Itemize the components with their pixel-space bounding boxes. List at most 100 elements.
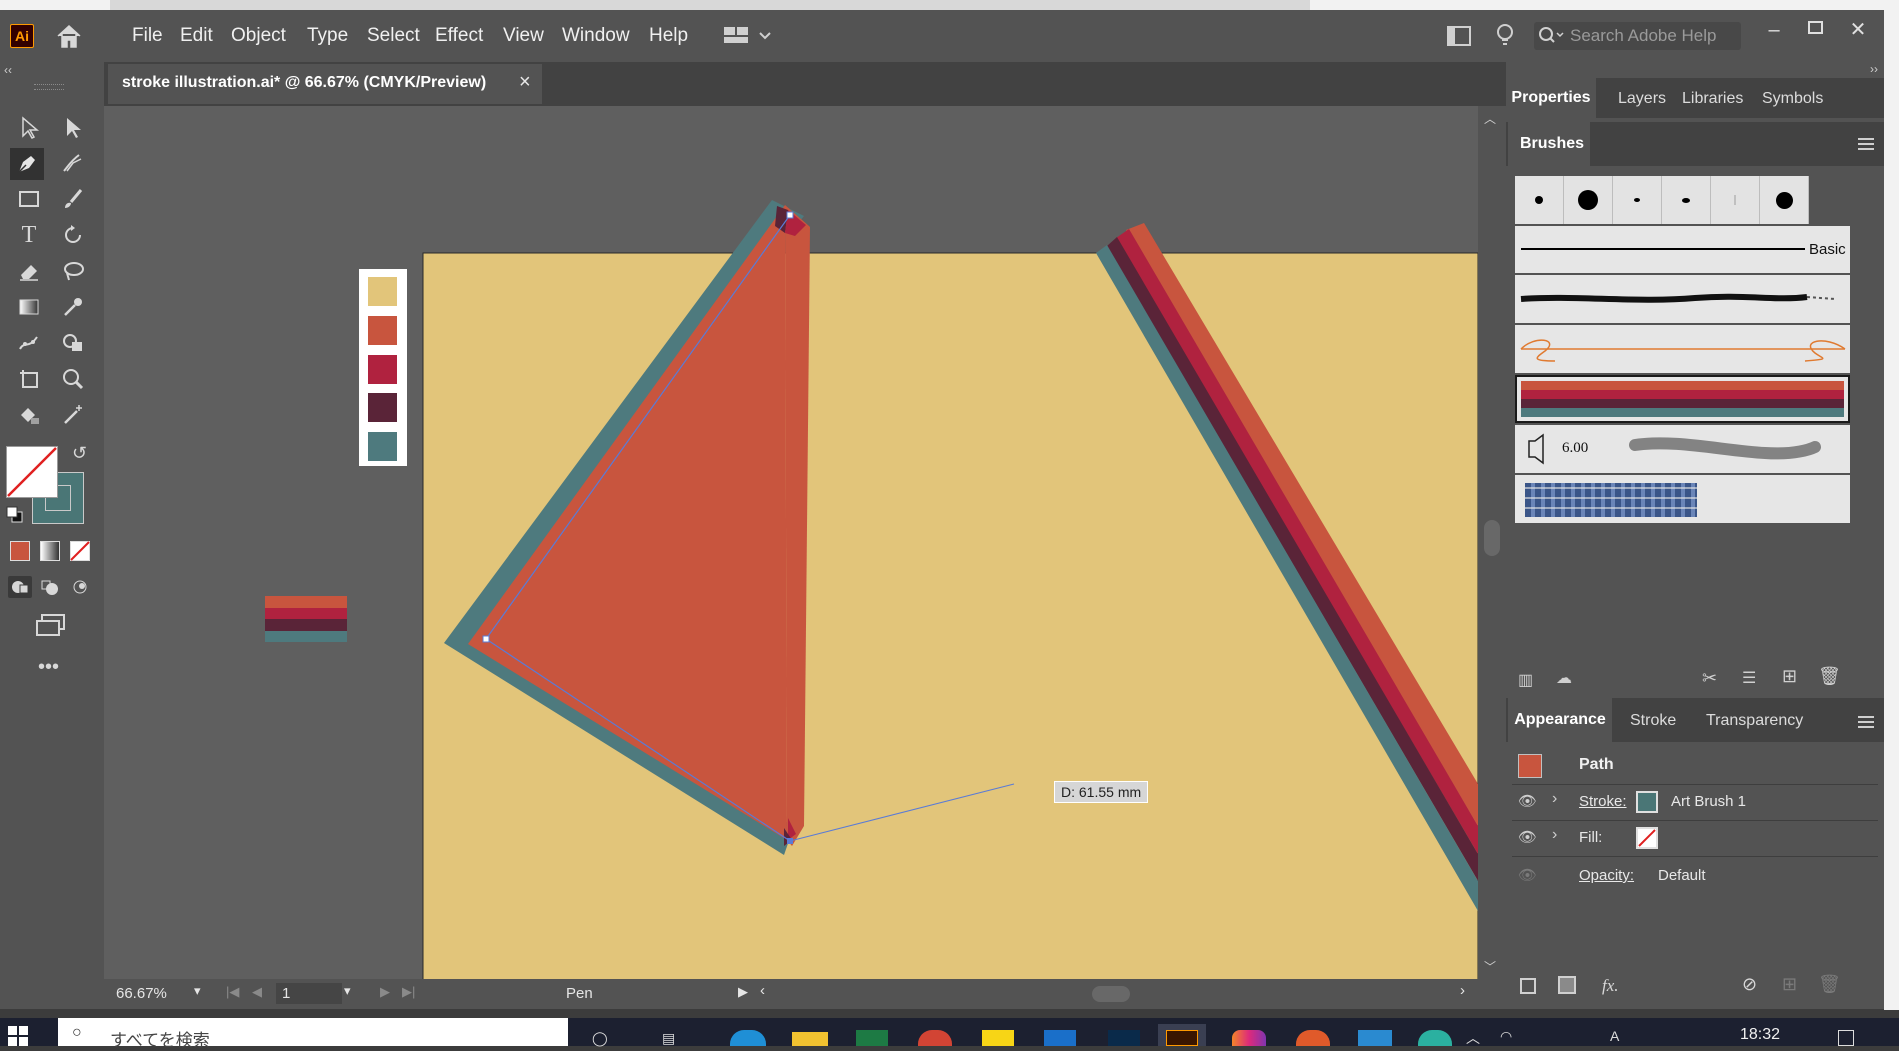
taskbar-app-icon[interactable] bbox=[1296, 1030, 1330, 1046]
add-new-stroke-icon[interactable] bbox=[1520, 978, 1536, 994]
opacity-label[interactable]: Opacity: bbox=[1579, 867, 1634, 884]
next-artboard-icon[interactable]: ▶ bbox=[380, 984, 390, 1000]
canvas-area[interactable]: D: 61.55 mm bbox=[104, 106, 1478, 979]
previous-artboard-icon[interactable]: ◀ bbox=[252, 984, 262, 1000]
appearance-panel-menu-icon[interactable] bbox=[1858, 716, 1874, 728]
scroll-right-icon[interactable]: › bbox=[1460, 982, 1465, 999]
tab-symbols[interactable]: Symbols bbox=[1762, 90, 1823, 108]
eyedropper-tool-icon[interactable] bbox=[58, 292, 88, 322]
anchor-point-left[interactable] bbox=[482, 635, 490, 643]
zoom-level[interactable]: 66.67% bbox=[116, 985, 167, 1002]
taskbar-vpn-icon[interactable] bbox=[1358, 1030, 1392, 1046]
shape-builder-tool-icon[interactable] bbox=[58, 328, 88, 358]
brush-calligraphic-3[interactable] bbox=[1711, 176, 1760, 224]
current-tool-label[interactable]: Pen bbox=[566, 985, 593, 1002]
taskbar-excel-icon[interactable] bbox=[856, 1030, 888, 1046]
delete-brush-icon[interactable]: 🗑 bbox=[1818, 666, 1841, 687]
collapse-toolbar-icon[interactable]: ‹‹ bbox=[4, 64, 24, 76]
screen-mode-icon[interactable] bbox=[34, 612, 68, 638]
discover-lightbulb-icon[interactable] bbox=[1494, 22, 1516, 50]
brush-art-brush-1-selected[interactable] bbox=[1515, 375, 1850, 423]
clear-appearance-icon[interactable]: ⊘ bbox=[1742, 974, 1757, 995]
tab-transparency[interactable]: Transparency bbox=[1706, 712, 1803, 730]
brush-arrow-pattern[interactable] bbox=[1515, 325, 1850, 373]
live-paint-bucket-tool-icon[interactable] bbox=[14, 400, 44, 430]
gradient-mode-button[interactable] bbox=[40, 541, 60, 561]
tab-properties[interactable]: Properties bbox=[1506, 78, 1596, 118]
vertical-scrollbar[interactable]: ︿ ﹀ bbox=[1478, 106, 1506, 979]
taskbar-instagram-icon[interactable] bbox=[1232, 1030, 1266, 1046]
palette-swatch-5[interactable] bbox=[368, 432, 397, 461]
brush-dot-small[interactable] bbox=[1515, 176, 1564, 224]
appearance-stroke-row[interactable]: 👁 › Stroke: Art Brush 1 bbox=[1512, 784, 1878, 821]
palette-swatch-4[interactable] bbox=[368, 393, 397, 422]
menu-help[interactable]: Help bbox=[649, 22, 688, 50]
taskbar-task-view-icon[interactable]: ◯ bbox=[592, 1030, 616, 1046]
scroll-thumb[interactable] bbox=[1484, 520, 1500, 556]
draw-normal-icon[interactable] bbox=[8, 576, 32, 598]
windows-start-icon[interactable] bbox=[8, 1026, 28, 1046]
gradient-tool-icon[interactable] bbox=[14, 292, 44, 322]
menu-window[interactable]: Window bbox=[562, 22, 630, 50]
tray-ime-icon[interactable]: A bbox=[1610, 1028, 1619, 1044]
menu-type[interactable]: Type bbox=[307, 22, 348, 50]
add-new-fill-icon[interactable] bbox=[1558, 976, 1576, 994]
brushes-panel-menu-icon[interactable] bbox=[1858, 138, 1874, 150]
brush-charcoal[interactable] bbox=[1515, 275, 1850, 323]
selection-tool-icon[interactable] bbox=[14, 112, 44, 142]
pen-tool-icon[interactable] bbox=[10, 148, 44, 180]
lasso-tool-icon[interactable] bbox=[58, 256, 88, 286]
rotate-tool-icon[interactable] bbox=[58, 220, 88, 250]
stroke-visibility-eye-icon[interactable]: 👁 bbox=[1518, 792, 1537, 810]
more-tools-icon[interactable]: ••• bbox=[38, 657, 64, 677]
taskbar-illustrator-icon[interactable] bbox=[1158, 1024, 1206, 1046]
artwork-canvas[interactable] bbox=[104, 106, 1478, 979]
home-icon[interactable] bbox=[54, 22, 84, 50]
draw-inside-icon[interactable] bbox=[68, 576, 92, 598]
taskbar-security-icon[interactable] bbox=[1418, 1030, 1452, 1046]
zoom-tool-icon[interactable] bbox=[58, 364, 88, 394]
toolbar-grip[interactable] bbox=[34, 84, 64, 90]
brush-pattern[interactable] bbox=[1515, 475, 1850, 523]
rectangle-tool-icon[interactable] bbox=[14, 184, 44, 214]
curvature-tool-icon[interactable] bbox=[58, 148, 88, 178]
tab-layers[interactable]: Layers bbox=[1618, 90, 1666, 108]
scroll-up-icon[interactable]: ︿ bbox=[1484, 110, 1496, 127]
taskbar-photoshop-icon[interactable] bbox=[1108, 1030, 1140, 1046]
direct-selection-tool-icon[interactable] bbox=[58, 112, 88, 142]
menu-object[interactable]: Object bbox=[231, 22, 286, 50]
first-artboard-icon[interactable]: |◀ bbox=[226, 984, 239, 1000]
add-effect-fx-button[interactable]: fx. bbox=[1602, 976, 1619, 996]
menu-view[interactable]: View bbox=[503, 22, 544, 50]
collapse-panels-icon[interactable]: ›› bbox=[1870, 62, 1878, 76]
tab-appearance[interactable]: Appearance bbox=[1508, 698, 1612, 742]
eraser-tool-icon[interactable] bbox=[14, 256, 44, 286]
stroke-swatch[interactable] bbox=[1636, 791, 1658, 813]
taskbar-chrome-icon[interactable] bbox=[918, 1030, 952, 1046]
brush-source-artwork[interactable] bbox=[265, 596, 347, 642]
artboard-dropdown-icon[interactable]: ▾ bbox=[344, 983, 351, 999]
menu-file[interactable]: File bbox=[132, 22, 163, 50]
brush-calligraphic-2[interactable] bbox=[1662, 176, 1711, 224]
tray-network-icon[interactable]: ◠ bbox=[1500, 1028, 1512, 1045]
brush-dot-large[interactable] bbox=[1564, 176, 1613, 224]
taskbar-clock[interactable]: 18:32 bbox=[1740, 1026, 1780, 1044]
magic-wand-tool-icon[interactable] bbox=[58, 400, 88, 430]
brush-dot-medium[interactable] bbox=[1760, 176, 1809, 224]
maximize-icon[interactable] bbox=[1806, 19, 1826, 39]
scroll-down-icon[interactable]: ﹀ bbox=[1484, 958, 1496, 975]
swap-fill-stroke-icon[interactable]: ↺ bbox=[72, 444, 90, 462]
close-window-icon[interactable]: ✕ bbox=[1842, 16, 1874, 44]
tray-notification-icon[interactable] bbox=[1838, 1030, 1854, 1046]
remove-brush-stroke-icon[interactable]: ✂ bbox=[1702, 668, 1717, 689]
artboard-tool-icon[interactable] bbox=[14, 364, 44, 394]
brush-basic[interactable]: Basic bbox=[1515, 226, 1850, 273]
minimize-icon[interactable]: – bbox=[1758, 16, 1790, 44]
zoom-dropdown-icon[interactable]: ▾ bbox=[194, 983, 201, 999]
stroke-expand-chevron-icon[interactable]: › bbox=[1552, 790, 1557, 808]
fill-none-swatch-small[interactable] bbox=[1636, 827, 1658, 849]
palette-swatch-1[interactable] bbox=[368, 277, 397, 306]
tab-libraries[interactable]: Libraries bbox=[1682, 90, 1743, 108]
paintbrush-tool-icon[interactable] bbox=[58, 184, 88, 214]
brush-libraries-icon[interactable]: ▥ bbox=[1518, 670, 1533, 690]
